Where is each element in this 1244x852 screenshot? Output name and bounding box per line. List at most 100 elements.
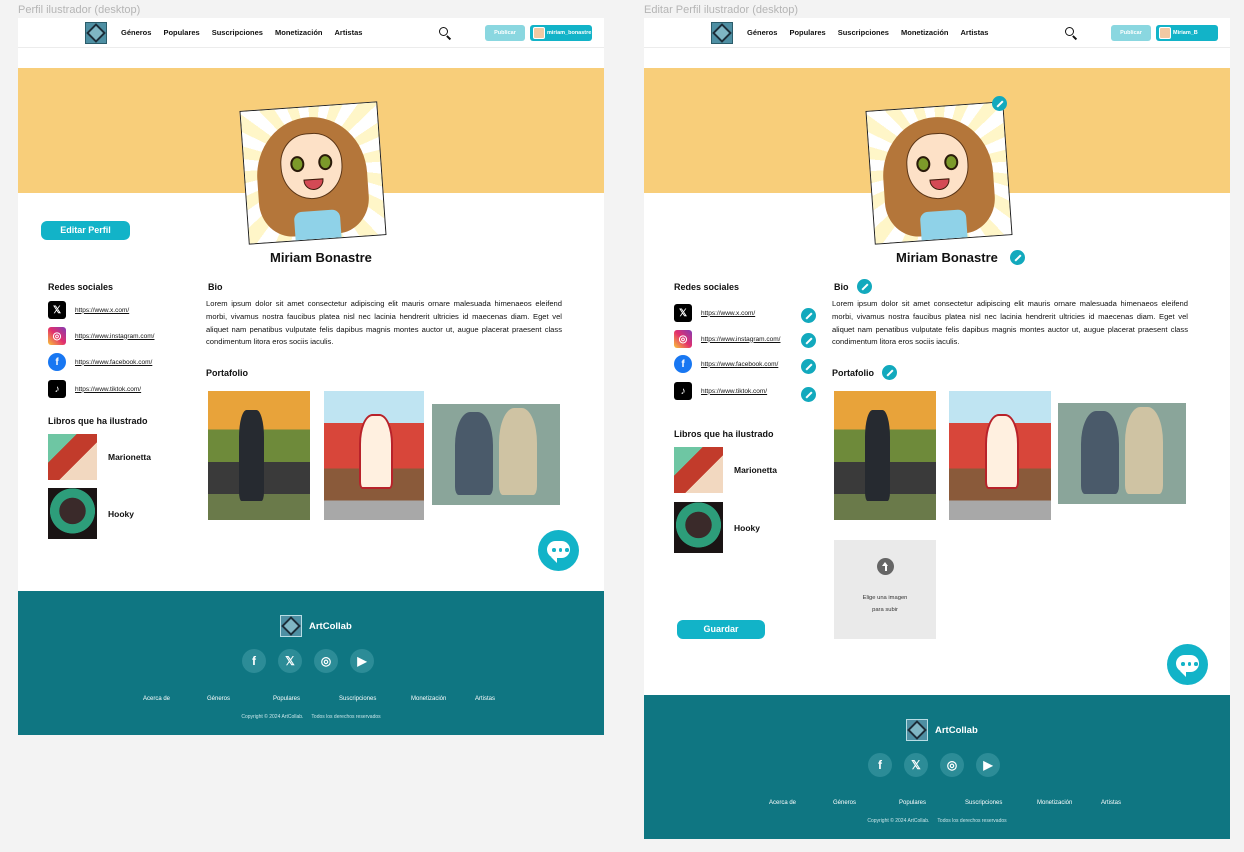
upload-image-box[interactable]: Elige una imagen para subir — [834, 540, 936, 639]
book-cover — [48, 434, 97, 480]
social-instagram[interactable]: ◎ https://www.instagram.com/ — [674, 330, 780, 348]
footer-link-monetizacion[interactable]: Monetización — [1037, 800, 1101, 806]
nav-link-populares[interactable]: Populares — [789, 28, 825, 37]
footer-link-generos[interactable]: Géneros — [207, 696, 273, 702]
footer-brand: ArtCollab — [935, 725, 978, 736]
footer-brand: ArtCollab — [309, 621, 352, 632]
frame-label-edit: Editar Perfil ilustrador (desktop) — [644, 4, 799, 16]
chat-button[interactable] — [1167, 644, 1208, 685]
footer-link-populares[interactable]: Populares — [899, 800, 965, 806]
footer-link-suscripciones[interactable]: Suscripciones — [965, 800, 1037, 806]
nav-link-generos[interactable]: Géneros — [121, 28, 151, 37]
nav-link-suscripciones[interactable]: Suscripciones — [838, 28, 889, 37]
chat-button[interactable] — [538, 530, 579, 571]
youtube-icon[interactable]: ▶ — [976, 753, 1000, 777]
instagram-icon[interactable]: ◎ — [314, 649, 338, 673]
user-menu-button[interactable]: miriam_bonastre — [530, 25, 592, 41]
social-facebook[interactable]: f https://www.facebook.com/ — [48, 353, 152, 371]
footer-logo[interactable] — [906, 719, 928, 741]
facebook-icon[interactable]: f — [242, 649, 266, 673]
book-cover — [674, 502, 723, 553]
publish-button[interactable]: Publicar — [485, 25, 525, 41]
profile-avatar — [239, 101, 387, 245]
footer-link-acerca[interactable]: Acerca de — [769, 800, 833, 806]
search-icon[interactable] — [1064, 26, 1078, 40]
edit-x-icon[interactable] — [801, 308, 816, 323]
edit-name-icon[interactable] — [1010, 250, 1025, 265]
footer-link-artistas[interactable]: Artistas — [475, 696, 495, 702]
social-tiktok[interactable]: ♪ https://www.tiktok.com/ — [674, 382, 767, 400]
nav-link-populares[interactable]: Populares — [163, 28, 199, 37]
nav-link-generos[interactable]: Géneros — [747, 28, 777, 37]
footer-socials: f 𝕏 ◎ ▶ — [868, 753, 1000, 777]
profile-name: Miriam Bonastre — [896, 250, 998, 265]
bio-heading: Bio — [834, 282, 849, 292]
upload-icon — [877, 558, 894, 575]
social-instagram[interactable]: ◎ https://www.instagram.com/ — [48, 327, 154, 345]
books-heading: Libros que ha ilustrado — [674, 429, 774, 439]
portfolio-image[interactable] — [324, 391, 424, 520]
x-icon[interactable]: 𝕏 — [904, 753, 928, 777]
portfolio-image[interactable] — [1058, 403, 1186, 504]
book-item-hooky[interactable]: Hooky — [674, 502, 760, 553]
facebook-icon[interactable]: f — [868, 753, 892, 777]
youtube-icon[interactable]: ▶ — [350, 649, 374, 673]
edit-tiktok-icon[interactable] — [801, 387, 816, 402]
artcollab-logo[interactable] — [85, 22, 107, 44]
footer-link-artistas[interactable]: Artistas — [1101, 800, 1121, 806]
nav-link-artistas[interactable]: Artistas — [961, 28, 989, 37]
user-avatar — [1159, 27, 1171, 39]
book-item-marionetta[interactable]: Marionetta — [674, 447, 777, 493]
nav-link-monetizacion[interactable]: Monetización — [275, 28, 323, 37]
edit-instagram-icon[interactable] — [801, 333, 816, 348]
footer-socials: f 𝕏 ◎ ▶ — [242, 649, 374, 673]
social-tiktok[interactable]: ♪ https://www.tiktok.com/ — [48, 380, 141, 398]
edit-profile-button[interactable]: Editar Perfil — [41, 221, 130, 240]
publish-button[interactable]: Publicar — [1111, 25, 1151, 41]
portfolio-heading: Portafolio — [832, 368, 874, 378]
instagram-icon[interactable]: ◎ — [940, 753, 964, 777]
edit-avatar-icon[interactable] — [992, 96, 1007, 111]
book-item-marionetta[interactable]: Marionetta — [48, 434, 151, 480]
footer-links: Acerca de Géneros Populares Suscripciones Mo… — [769, 800, 1121, 806]
facebook-icon: f — [48, 353, 66, 371]
search-icon[interactable] — [438, 26, 452, 40]
social-x[interactable]: 𝕏https://www.x.com/ — [674, 304, 755, 322]
book-item-hooky[interactable]: Hooky — [48, 488, 134, 539]
portfolio-image[interactable] — [834, 391, 936, 520]
edit-facebook-icon[interactable] — [801, 359, 816, 374]
portfolio-image[interactable] — [208, 391, 310, 520]
edit-portfolio-icon[interactable] — [882, 365, 897, 380]
social-heading: Redes sociales — [674, 282, 740, 292]
footer-logo[interactable] — [280, 615, 302, 637]
nav-link-monetizacion[interactable]: Monetización — [901, 28, 949, 37]
nav-link-suscripciones[interactable]: Suscripciones — [212, 28, 263, 37]
footer-link-generos[interactable]: Géneros — [833, 800, 899, 806]
x-icon[interactable]: 𝕏 — [278, 649, 302, 673]
footer-link-acerca[interactable]: Acerca de — [143, 696, 207, 702]
edit-bio-icon[interactable] — [857, 279, 872, 294]
frame-label-view: Perfil ilustrador (desktop) — [18, 4, 141, 16]
artcollab-logo[interactable] — [711, 22, 733, 44]
nav-link-artistas[interactable]: Artistas — [335, 28, 363, 37]
user-menu-button[interactable]: Miriam_B — [1156, 25, 1218, 41]
bio-heading: Bio — [208, 282, 223, 292]
footer: ArtCollab f 𝕏 ◎ ▶ Acerca de Géneros Popula… — [18, 591, 604, 735]
footer-link-suscripciones[interactable]: Suscripciones — [339, 696, 411, 702]
username: Miriam_B — [1173, 30, 1198, 36]
footer-link-populares[interactable]: Populares — [273, 696, 339, 702]
social-x[interactable]: 𝕏https://www.x.com/ — [48, 301, 129, 319]
portfolio-image[interactable] — [432, 404, 560, 505]
profile-edit-frame: Géneros Populares Suscripciones Monetiza… — [644, 18, 1230, 839]
book-cover — [48, 488, 97, 539]
social-facebook[interactable]: f https://www.facebook.com/ — [674, 355, 778, 373]
footer-links: Acerca de Géneros Populares Suscripciones Mo… — [143, 696, 495, 702]
footer-link-monetizacion[interactable]: Monetización — [411, 696, 475, 702]
footer: ArtCollab f 𝕏 ◎ ▶ Acerca de Géneros Popula… — [644, 695, 1230, 839]
save-button[interactable]: Guardar — [677, 620, 765, 639]
instagram-icon: ◎ — [48, 327, 66, 345]
copyright: Copyright © 2024 ArtCollab. Todos los der… — [867, 818, 1007, 824]
nav-links: Géneros Populares Suscripciones Monetiza… — [121, 28, 362, 37]
username: miriam_bonastre — [547, 30, 592, 36]
portfolio-image[interactable] — [949, 391, 1051, 520]
